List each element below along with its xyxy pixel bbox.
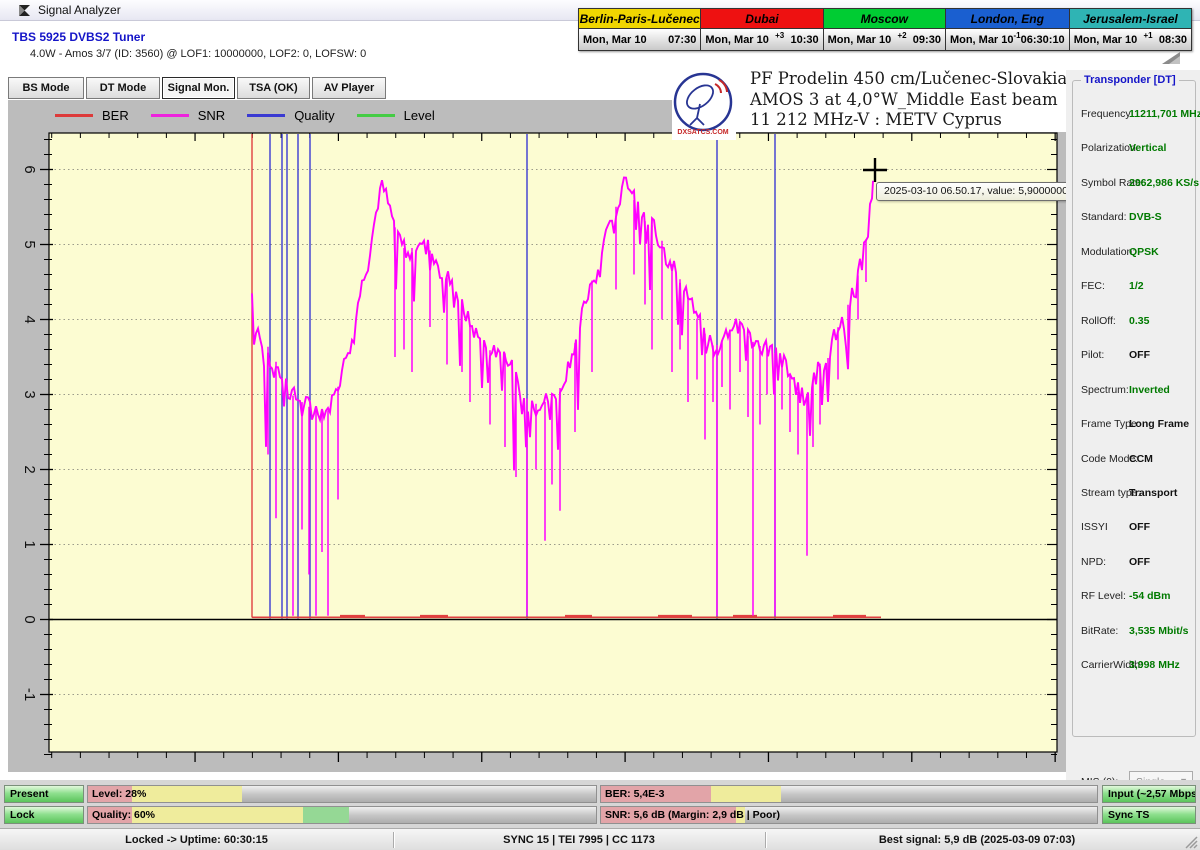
transponder-value: 3,998 MHz [1129, 659, 1180, 671]
transponder-value: 3,535 Mbit/s [1129, 625, 1189, 637]
transponder-row-3: Standard:DVB-S [1073, 208, 1197, 228]
sync-ts-indicator: Sync TS [1102, 806, 1196, 824]
svg-text:-1: -1 [21, 688, 38, 701]
transponder-label: RollOff: [1081, 315, 1116, 327]
svg-text:0: 0 [21, 615, 38, 623]
level-bar-fill [132, 786, 242, 802]
transponder-panel: Transponder [DT] Frequency:11211,701 MHz… [1066, 70, 1200, 782]
ber-bar-label: BER: 5,4E-3 [605, 788, 665, 800]
transponder-label: Pilot: [1081, 349, 1104, 361]
transponder-row-5: FEC: 1/2 [1073, 277, 1197, 297]
transponder-row-4: Modulation:QPSK [1073, 243, 1197, 263]
transponder-row-11: Stream type:Transport [1073, 484, 1197, 504]
transponder-row-10: Code Mode:CCM [1073, 450, 1197, 470]
status-divider [765, 832, 766, 848]
transponder-label: ISSYI [1081, 521, 1108, 533]
transponder-row-13: NPD: OFF [1073, 553, 1197, 573]
input-indicator: Input (~2,57 Mbps) [1102, 785, 1196, 803]
status-lock-uptime: Locked -> Uptime: 60:30:15 [0, 829, 393, 850]
transponder-groupbox: Transponder [DT] Frequency:11211,701 MHz… [1072, 80, 1196, 737]
transponder-row-0: Frequency:11211,701 MHz [1073, 105, 1197, 125]
svg-text:3: 3 [21, 390, 38, 398]
transponder-label: RF Level: [1081, 590, 1126, 602]
transponder-label: FEC: [1081, 280, 1105, 292]
transponder-label: Spectrum: [1081, 384, 1129, 396]
transponder-value: QPSK [1129, 246, 1159, 258]
transponder-label: BitRate: [1081, 625, 1118, 637]
transponder-row-9: Frame Type:Long Frame [1073, 415, 1197, 435]
svg-text:5: 5 [21, 240, 38, 248]
level-bar: Level: 28% [87, 785, 597, 803]
svg-text:4: 4 [21, 315, 38, 323]
transponder-value: -54 dBm [1129, 590, 1170, 602]
transponder-row-15: BitRate: 3,535 Mbit/s [1073, 622, 1197, 642]
resize-grip-icon[interactable] [1185, 836, 1198, 849]
annotation-line-3: 11 212 MHz-V : METV Cyprus [750, 110, 1067, 131]
transponder-label: Frequency: [1081, 108, 1134, 120]
svg-text:6: 6 [21, 165, 38, 173]
transponder-value: DVB-S [1129, 211, 1162, 223]
transponder-row-12: ISSYI OFF [1073, 518, 1197, 538]
transponder-value: OFF [1129, 521, 1150, 533]
transponder-title: Transponder [DT] [1081, 74, 1179, 86]
snr-bar-label: SNR: 5,6 dB (Margin: 2,9 dB | Poor) [605, 809, 780, 821]
transponder-row-1: Polarization:Vertical [1073, 139, 1197, 159]
svg-text:2: 2 [21, 465, 38, 473]
transponder-row-7: Pilot: OFF [1073, 346, 1197, 366]
logo-text: DXSATCS.COM [677, 129, 728, 136]
transponder-label: Standard: [1081, 211, 1127, 223]
status-sync-counters: SYNC 15 | TEI 7995 | CC 1173 [393, 829, 765, 850]
transponder-value: Inverted [1129, 384, 1170, 396]
indicator-strip: Present Lock Level: 28% Quality: 60% BER… [0, 780, 1200, 828]
ber-bar-fill [711, 786, 781, 802]
status-divider [393, 832, 394, 848]
quality-bar-label: Quality: 60% [92, 809, 155, 821]
transponder-row-14: RF Level:-54 dBm [1073, 587, 1197, 607]
annotation-text: PF Prodelin 450 cm/Lučenec-Slovakia AMOS… [750, 69, 1067, 131]
transponder-row-6: RollOff: 0.35 [1073, 312, 1197, 332]
status-best-signal: Best signal: 5,9 dB (2025-03-09 07:03) [765, 829, 1189, 850]
transponder-value: 2962,986 KS/s [1129, 177, 1199, 189]
transponder-label: NPD: [1081, 556, 1106, 568]
snr-bar: SNR: 5,6 dB (Margin: 2,9 dB | Poor) [600, 806, 1098, 824]
quality-bar-fill [132, 807, 303, 823]
transponder-value: Long Frame [1129, 418, 1189, 430]
svg-text:1: 1 [21, 540, 38, 548]
transponder-value: 11211,701 MHz [1129, 108, 1200, 120]
transponder-value: Vertical [1129, 142, 1166, 154]
level-bar-label: Level: 28% [92, 788, 146, 800]
quality-bar-fill [303, 807, 349, 823]
transponder-row-2: Symbol Rate:2962,986 KS/s [1073, 174, 1197, 194]
lock-indicator: Lock [4, 806, 84, 824]
transponder-row-8: Spectrum:Inverted [1073, 381, 1197, 401]
transponder-value: 1/2 [1129, 280, 1144, 292]
present-indicator: Present [4, 785, 84, 803]
ber-bar: BER: 5,4E-3 [600, 785, 1098, 803]
transponder-row-16: CarrierWidth:3,998 MHz [1073, 656, 1197, 676]
transponder-value: Transport [1129, 487, 1177, 499]
transponder-value: CCM [1129, 453, 1153, 465]
annotation-line-1: PF Prodelin 450 cm/Lučenec-Slovakia [750, 69, 1067, 90]
status-bar: Locked -> Uptime: 60:30:15 SYNC 15 | TEI… [0, 828, 1200, 850]
transponder-value: OFF [1129, 349, 1150, 361]
transponder-label: Modulation: [1081, 246, 1135, 258]
quality-bar: Quality: 60% [87, 806, 597, 824]
dxsatcs-logo: DXSATCS.COM [672, 70, 736, 140]
annotation-line-2: AMOS 3 at 4,0°W_Middle East beam [750, 90, 1067, 111]
transponder-value: OFF [1129, 556, 1150, 568]
transponder-value: 0.35 [1129, 315, 1149, 327]
